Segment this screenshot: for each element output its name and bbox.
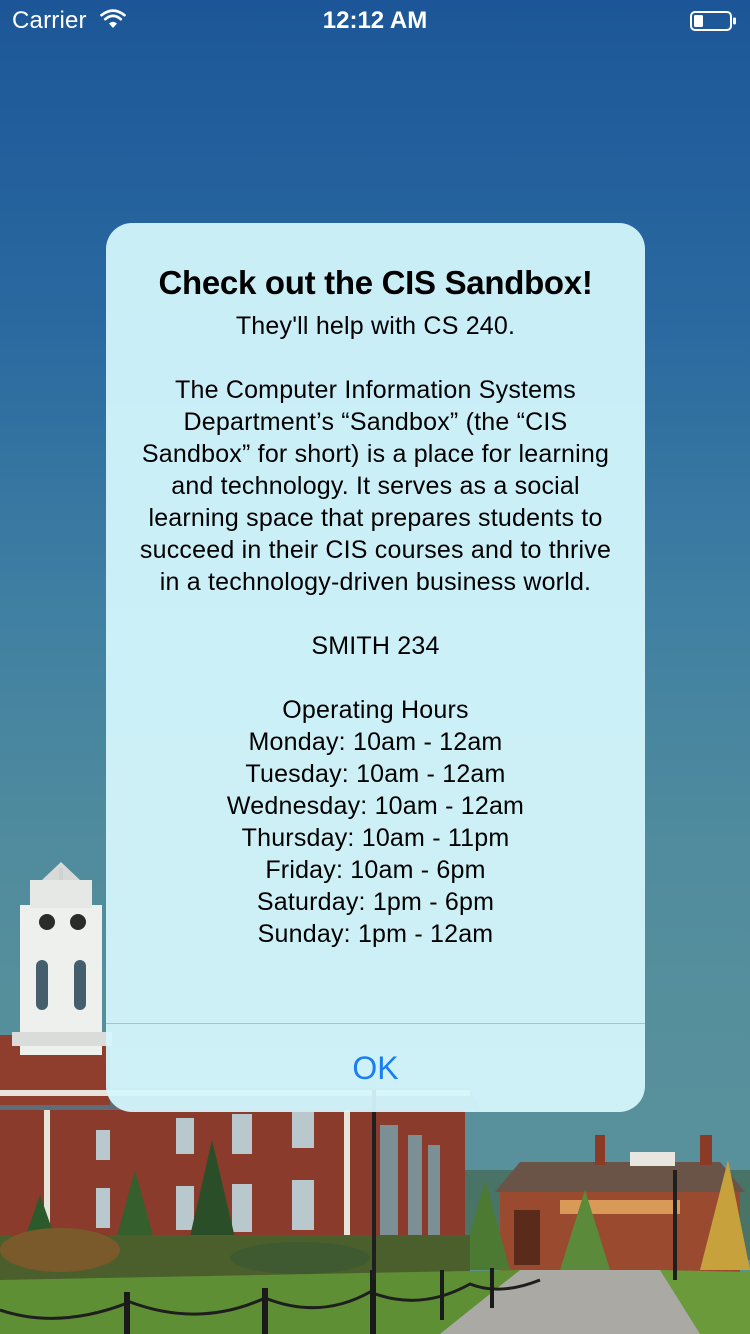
alert-message: They'll help with CS 240. The Computer I… — [139, 312, 612, 948]
status-bar: Carrier 12:12 AM — [0, 0, 750, 40]
battery-icon — [690, 11, 736, 31]
alert-title: Check out the CIS Sandbox! — [158, 264, 593, 301]
alert-dialog: Check out the CIS Sandbox! They'll help … — [106, 223, 645, 1112]
ok-button[interactable]: OK — [106, 1024, 645, 1112]
status-time: 12:12 AM — [322, 7, 428, 34]
